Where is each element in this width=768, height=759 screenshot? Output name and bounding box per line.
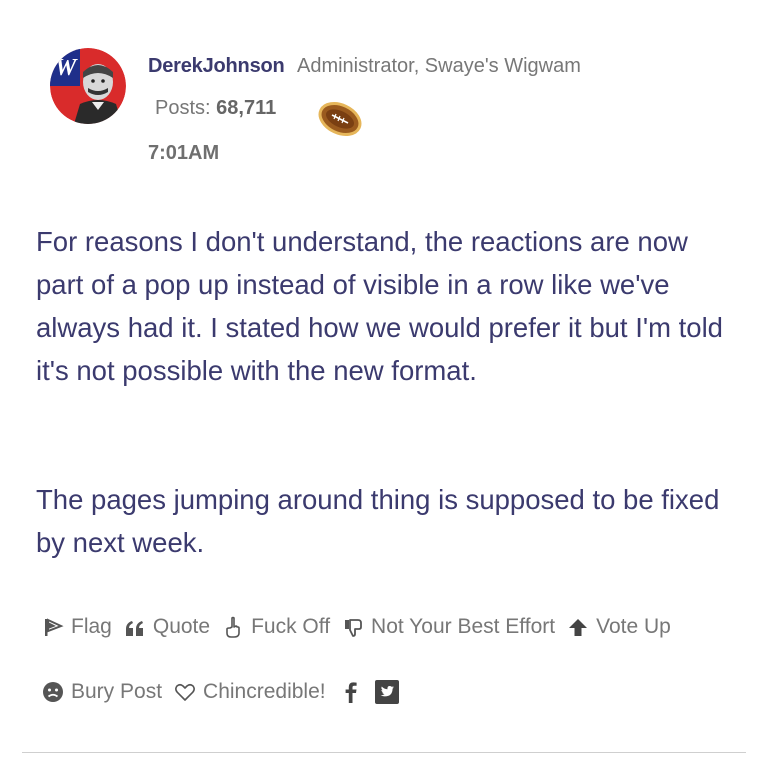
- post-paragraph: For reasons I don't understand, the reac…: [36, 226, 723, 386]
- author-title: Administrator, Swaye's Wigwam: [296, 55, 581, 77]
- avatar-logo-letter: W: [55, 55, 78, 81]
- bury-post-button[interactable]: Bury Post: [42, 680, 162, 704]
- arrow-up-icon: [567, 616, 589, 638]
- flag-label: Flag: [71, 615, 112, 638]
- posts-count-value: 68,711: [216, 97, 277, 119]
- flag-icon: [42, 616, 64, 638]
- fuck-off-label: Fuck Off: [251, 615, 331, 638]
- facebook-icon: [338, 679, 364, 705]
- post-divider: [22, 752, 746, 753]
- middle-finger-icon: [222, 616, 244, 638]
- vote-up-label: Vote Up: [596, 615, 671, 638]
- quote-icon: [124, 616, 146, 638]
- post-body: For reasons I don't understand, the reac…: [36, 220, 736, 564]
- facebook-share-button[interactable]: [338, 679, 364, 705]
- football-icon: [316, 98, 364, 140]
- bury-face-icon: [42, 681, 64, 703]
- not-your-best-effort-label: Not Your Best Effort: [371, 615, 556, 638]
- chincredible-label: Chincredible!: [203, 680, 326, 703]
- author-name-link[interactable]: DerekJohnson: [148, 55, 285, 77]
- post-count: Posts: 68,711: [155, 97, 276, 120]
- author-line: DerekJohnson Administrator, Swaye's Wigw…: [148, 55, 581, 78]
- avatar-image: W: [50, 48, 126, 124]
- quote-label: Quote: [152, 615, 211, 638]
- post-paragraph: The pages jumping around thing is suppos…: [36, 484, 720, 558]
- fuck-off-button[interactable]: Fuck Off: [222, 615, 330, 639]
- avatar[interactable]: W: [50, 48, 126, 124]
- not-your-best-effort-button[interactable]: Not Your Best Effort: [342, 615, 555, 639]
- posts-label: Posts:: [155, 97, 211, 119]
- twitter-share-button[interactable]: [374, 679, 400, 705]
- twitter-icon: [374, 679, 400, 705]
- forum-post: W DerekJohnson Administrator, Swaye's Wi…: [0, 0, 768, 759]
- thumbs-down-icon: [342, 616, 364, 638]
- heart-icon: [174, 681, 196, 703]
- reactions-row: Bury Post Chincredible!: [42, 678, 410, 706]
- vote-up-button[interactable]: Vote Up: [567, 615, 671, 639]
- bury-post-label: Bury Post: [71, 680, 163, 703]
- flag-button[interactable]: Flag: [42, 615, 112, 639]
- reactions-row: Flag Quote Fuck Off Not Your Best Effort…: [42, 613, 683, 641]
- quote-button[interactable]: Quote: [124, 615, 210, 639]
- chincredible-button[interactable]: Chincredible!: [174, 680, 326, 704]
- post-timestamp[interactable]: 7:01AM: [148, 142, 219, 165]
